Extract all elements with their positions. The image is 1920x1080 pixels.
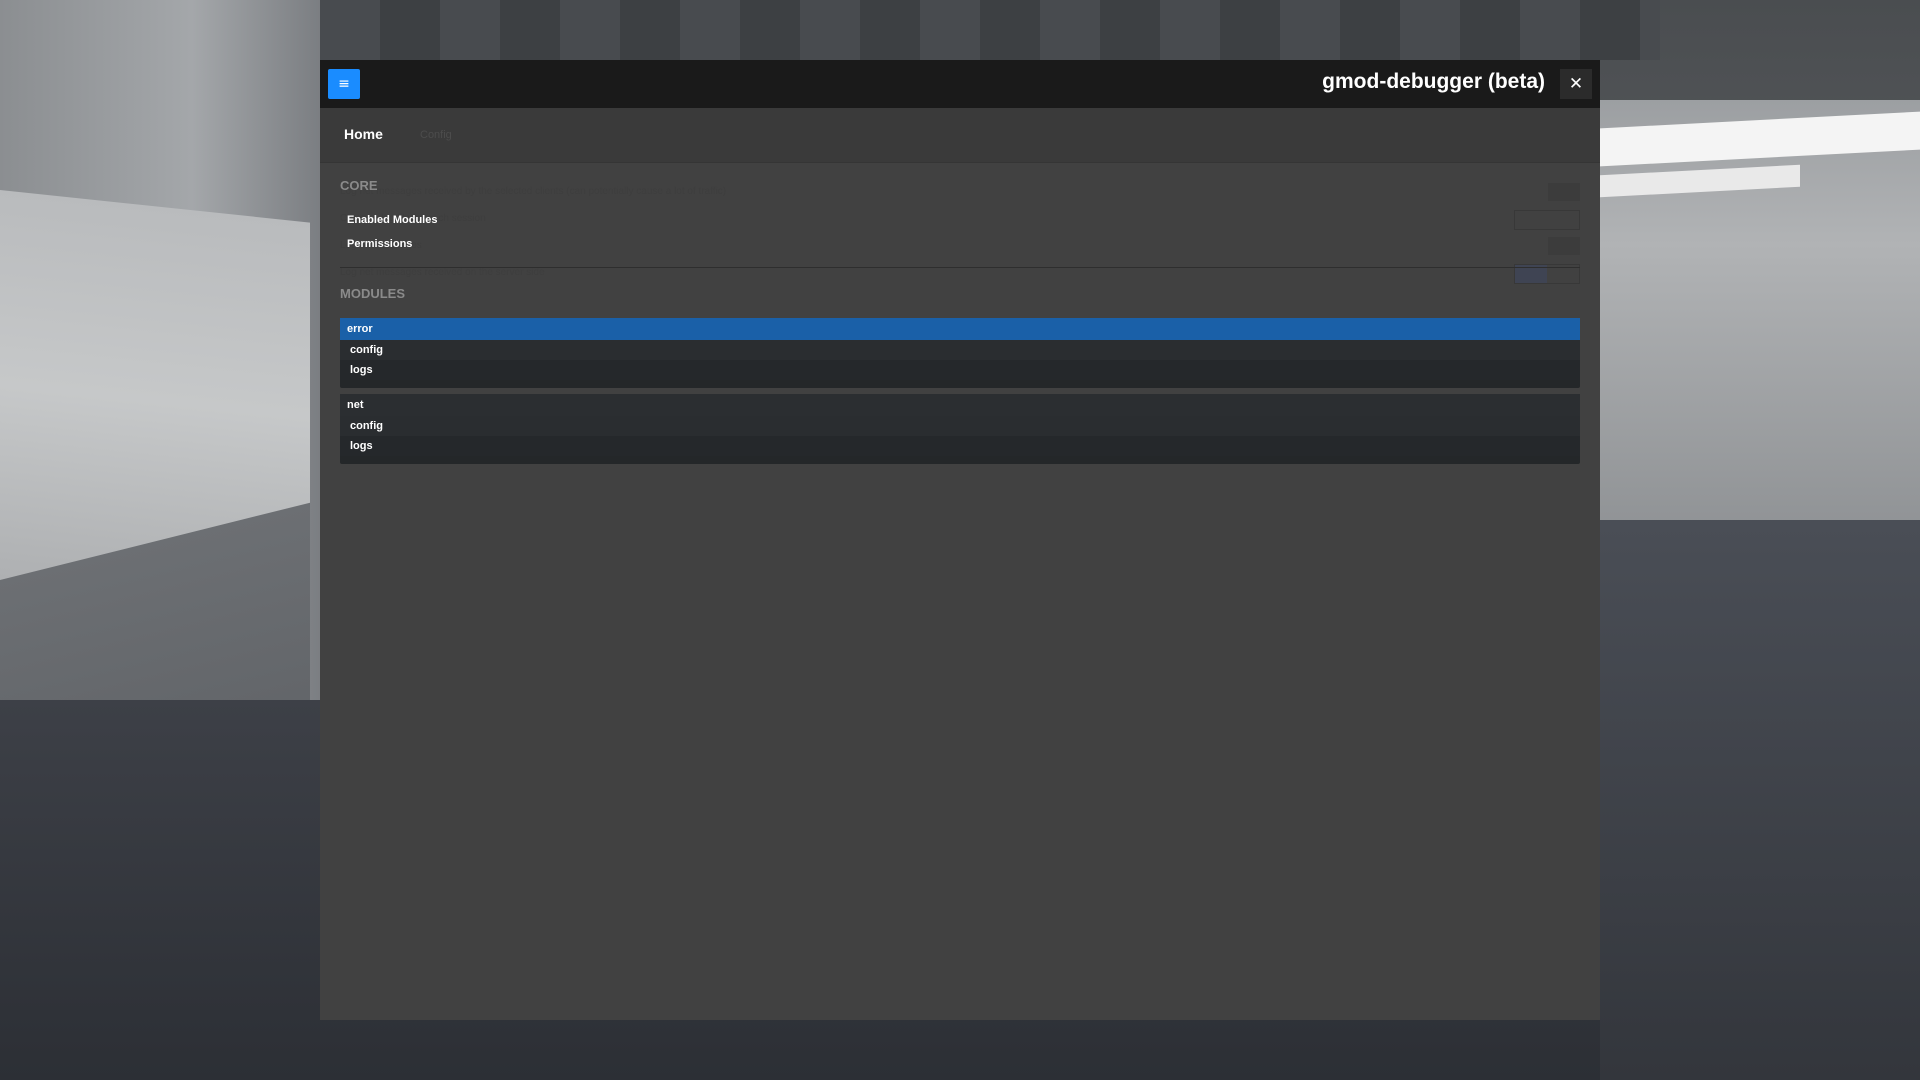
titlebar[interactable]: ≡ gmod-debugger (beta) ✕ (320, 60, 1600, 108)
module-error: error config logs (340, 318, 1580, 388)
floor-right (1600, 520, 1920, 1080)
ceiling (260, 0, 1660, 60)
modules-section-title: MODULES (340, 286, 405, 301)
app-title: gmod-debugger (beta) (1322, 70, 1545, 93)
module-header-net[interactable]: net (340, 394, 1580, 416)
menu-button[interactable]: ≡ (328, 69, 360, 99)
ghost-config-row: Log net messages received by the selecte… (340, 186, 727, 197)
core-item-permissions[interactable]: Permissions (347, 238, 412, 250)
core-item-enabled-modules[interactable]: Enabled Modules (347, 214, 437, 226)
module-error-logs[interactable]: logs (340, 360, 1580, 380)
ghost-number-field (1548, 183, 1580, 201)
ghost-toggle (1514, 210, 1580, 230)
tab-bar: Home Config (320, 108, 1600, 163)
ghost-config-row: Log net messages received on the server … (340, 267, 545, 278)
hamburger-icon: ≡ (338, 76, 350, 92)
close-button[interactable]: ✕ (1560, 69, 1592, 99)
tab-home[interactable]: Home (344, 126, 383, 142)
module-net: net config logs (340, 394, 1580, 464)
module-net-config[interactable]: config (340, 416, 1580, 436)
content-area: Log net messages received by the selecte… (320, 163, 1600, 1020)
core-section-title: CORE (340, 178, 378, 193)
debugger-window: ≡ gmod-debugger (beta) ✕ Home Config Log… (320, 60, 1600, 1020)
ghost-number-field (1548, 237, 1580, 255)
tab-config[interactable]: Config (420, 129, 452, 141)
section-divider (340, 267, 1580, 268)
module-net-logs[interactable]: logs (340, 436, 1580, 456)
module-error-config[interactable]: config (340, 340, 1580, 360)
module-header-error[interactable]: error (340, 318, 1580, 340)
close-icon: ✕ (1568, 74, 1584, 94)
